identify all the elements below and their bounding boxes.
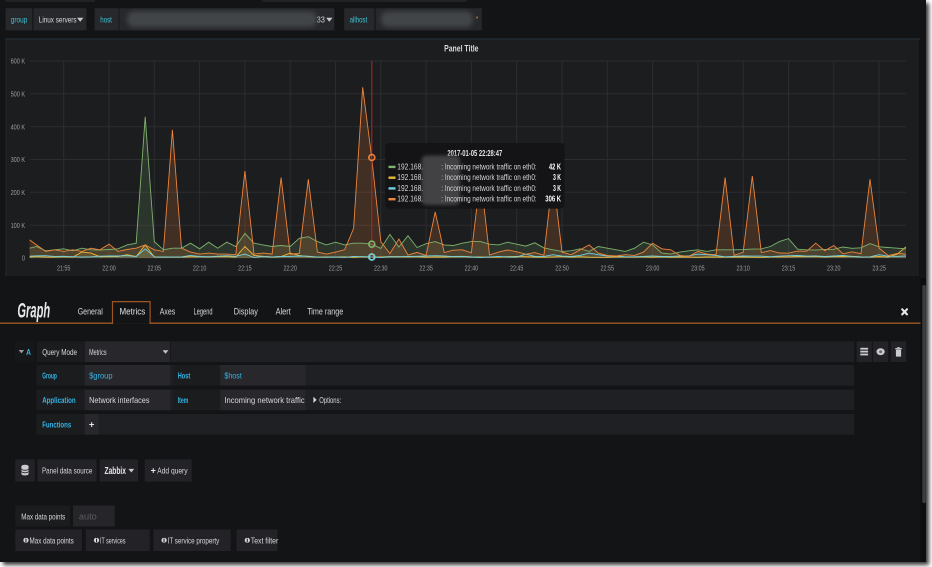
svg-text:192.168.: 192.168. [397, 162, 423, 171]
svg-text:IT service property: IT service property [168, 535, 220, 545]
svg-text:22:10: 22:10 [193, 263, 207, 272]
svg-text:Add query: Add query [157, 466, 188, 476]
svg-text:Panel Title: Panel Title [444, 44, 478, 55]
svg-text:192.168.: 192.168. [397, 195, 423, 204]
svg-text:23:05: 23:05 [691, 263, 705, 272]
svg-text:23:15: 23:15 [782, 263, 796, 272]
svg-text:Group: Group [42, 370, 57, 380]
svg-text:Linux servers: Linux servers [39, 15, 77, 25]
svg-text:: Incoming network traffic on: : Incoming network traffic on eth0: [441, 162, 536, 171]
svg-text:300 K: 300 K [11, 155, 26, 164]
svg-text:Metrics: Metrics [120, 307, 146, 317]
svg-text:Metrics: Metrics [89, 347, 107, 357]
svg-text:$group: $group [89, 370, 113, 380]
svg-text:Functions: Functions [42, 419, 71, 429]
svg-text:Options:: Options: [319, 396, 341, 405]
svg-text:: Incoming network traffic on: : Incoming network traffic on eth0: [441, 184, 536, 193]
svg-text:192.168.: 192.168. [397, 184, 423, 193]
svg-text:Display: Display [234, 307, 259, 317]
svg-text:23:20: 23:20 [827, 263, 841, 272]
svg-text:600 K: 600 K [11, 57, 26, 66]
svg-text:+: + [151, 466, 156, 476]
svg-text:: Incoming network traffic on: : Incoming network traffic on eth0: [441, 195, 536, 204]
svg-text:21:55: 21:55 [57, 263, 71, 272]
svg-text:22:15: 22:15 [238, 263, 252, 272]
svg-text:22:45: 22:45 [510, 263, 524, 272]
svg-text:allhost: allhost [350, 15, 368, 25]
svg-text:IT services: IT services [100, 535, 126, 545]
svg-text:22:00: 22:00 [102, 263, 116, 272]
svg-text:22:30: 22:30 [374, 263, 388, 272]
svg-text:Host: Host [178, 370, 191, 380]
svg-text:Graph: Graph [17, 300, 50, 323]
svg-text:23:10: 23:10 [736, 263, 750, 272]
svg-text:400 K: 400 K [11, 122, 26, 131]
svg-text:22:25: 22:25 [329, 263, 343, 272]
svg-text:22:35: 22:35 [419, 263, 433, 272]
svg-text:22:55: 22:55 [601, 263, 615, 272]
svg-text:306 K: 306 K [545, 195, 561, 204]
svg-text:+: + [89, 419, 95, 430]
svg-text:Item: Item [178, 395, 189, 405]
svg-text:Panel data source: Panel data source [42, 466, 93, 476]
svg-text:Query Mode: Query Mode [42, 347, 77, 357]
svg-text:host: host [100, 15, 112, 25]
svg-text:Incoming network traffic: Incoming network traffic [224, 395, 305, 405]
svg-text:group: group [11, 15, 28, 25]
svg-text:Max data points: Max data points [21, 511, 65, 521]
svg-text:Application: Application [42, 395, 75, 405]
svg-text:3 K: 3 K [553, 184, 561, 193]
svg-text:42 K: 42 K [549, 162, 561, 171]
svg-text:23:25: 23:25 [872, 263, 886, 272]
svg-text:22:40: 22:40 [465, 263, 479, 272]
svg-text:100 K: 100 K [11, 221, 26, 230]
svg-text:Legend: Legend [194, 307, 213, 317]
svg-text:Time range: Time range [307, 307, 343, 317]
svg-text:33: 33 [317, 15, 326, 25]
svg-text:Alert: Alert [276, 307, 292, 317]
svg-text:22:05: 22:05 [148, 263, 162, 272]
svg-text:A: A [26, 348, 31, 357]
svg-text:auto: auto [79, 511, 97, 521]
svg-text:General: General [78, 307, 103, 317]
svg-text:192.168.: 192.168. [397, 173, 423, 182]
svg-text:0: 0 [22, 254, 25, 263]
svg-text:: Incoming network traffic on: : Incoming network traffic on eth0: [441, 173, 536, 182]
svg-text:200 K: 200 K [11, 188, 26, 197]
svg-text:Axes: Axes [160, 307, 176, 317]
svg-text:Text filter: Text filter [251, 535, 279, 545]
svg-text:23:00: 23:00 [646, 263, 660, 272]
svg-text:Zabbix: Zabbix [105, 466, 127, 477]
svg-text:3 K: 3 K [553, 173, 561, 182]
svg-text:22:20: 22:20 [283, 263, 297, 272]
svg-text:Network interfaces: Network interfaces [89, 395, 149, 405]
svg-text:500 K: 500 K [11, 89, 26, 98]
svg-text:22:50: 22:50 [555, 263, 569, 272]
svg-text:$host: $host [224, 370, 242, 380]
svg-text:Max data points: Max data points [30, 535, 74, 545]
